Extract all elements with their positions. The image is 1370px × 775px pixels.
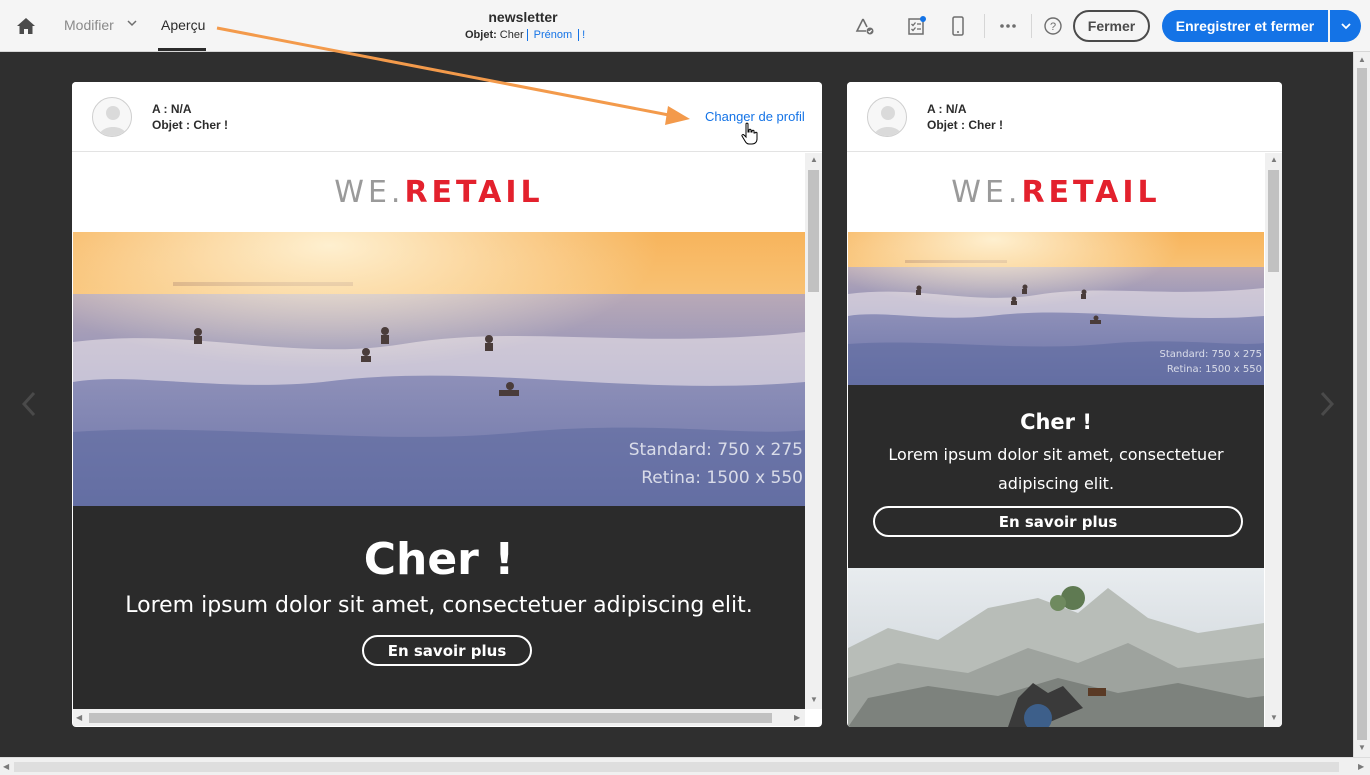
- scroll-right-icon[interactable]: ▶: [1358, 763, 1364, 771]
- avatar: [92, 97, 132, 137]
- recipient-label: A : N/A: [152, 102, 192, 116]
- desktop-preview-card: A : N/A Objet : Cher ! Changer de profil…: [72, 82, 822, 727]
- save-options-dropdown[interactable]: [1330, 10, 1361, 42]
- checklist-button[interactable]: [906, 16, 926, 36]
- mobile-icon: [952, 16, 964, 36]
- close-button[interactable]: Fermer: [1073, 10, 1150, 42]
- help-icon: ?: [1044, 17, 1062, 35]
- content-block: Cher ! Lorem ipsum dolor sit amet, conse…: [848, 385, 1264, 568]
- email-preview: WE.RETAIL Standard: 750 x 275 Retina: 15…: [848, 153, 1264, 727]
- subject-suffix: !: [582, 29, 586, 41]
- subject-line: Objet : Cher !: [152, 118, 229, 132]
- scroll-right-icon[interactable]: ▶: [794, 714, 800, 722]
- scrollbar-thumb[interactable]: [1357, 68, 1367, 740]
- chevron-down-icon: [1340, 23, 1351, 30]
- hero-image: Standard: 750 x 275 Retina: 1500 x 550: [848, 232, 1264, 385]
- mobile-preview-card: A : N/A Objet : Cher ! WE.RETAIL Standar…: [847, 82, 1282, 727]
- preview-horizontal-scrollbar[interactable]: ◀ ▶: [73, 709, 805, 726]
- tab-apercu[interactable]: Aperçu: [161, 17, 205, 33]
- brand-logo: WE.RETAIL: [334, 175, 544, 210]
- scroll-up-icon[interactable]: ▲: [1358, 56, 1366, 64]
- checklist-icon: [908, 16, 926, 35]
- document-title: newsletter: [488, 9, 558, 25]
- preflight-button[interactable]: [855, 16, 875, 36]
- hero-image: Standard: 750 x 275 Retina: 1500 x 550: [73, 232, 805, 506]
- tab-modifier[interactable]: Modifier: [64, 17, 114, 33]
- image-dimension-standard: Standard: 750 x 275: [628, 440, 803, 460]
- hand-cursor-icon: [741, 122, 758, 145]
- user-icon: [874, 106, 902, 136]
- recipient-label: A : N/A: [927, 102, 967, 116]
- active-tab-indicator: [158, 48, 206, 51]
- learn-more-button[interactable]: En savoir plus: [362, 635, 532, 666]
- learn-more-button[interactable]: En savoir plus: [873, 506, 1243, 537]
- subject-label: Objet:: [465, 29, 497, 41]
- svg-text:?: ?: [1050, 21, 1056, 33]
- save-and-close-button[interactable]: Enregistrer et fermer: [1162, 10, 1328, 42]
- user-icon: [99, 106, 127, 136]
- preview-vertical-scrollbar[interactable]: ▲ ▼: [1265, 153, 1282, 727]
- rocky-mountain-image: [848, 568, 1264, 727]
- brand-logo: WE.RETAIL: [951, 175, 1161, 210]
- document-subject: Objet: Cher Prénom !: [465, 29, 585, 41]
- help-button[interactable]: ?: [1043, 16, 1063, 36]
- email-headline: Cher !: [1020, 410, 1092, 434]
- email-headline: Cher !: [363, 534, 515, 585]
- scroll-up-icon[interactable]: ▲: [810, 156, 818, 164]
- toolbar-divider: [1031, 14, 1032, 38]
- more-button[interactable]: [998, 16, 1018, 36]
- scroll-left-icon[interactable]: ◀: [3, 763, 9, 771]
- scrollbar-thumb[interactable]: [1268, 170, 1279, 272]
- page-horizontal-scrollbar[interactable]: ◀ ▶: [0, 757, 1370, 775]
- image-dimension-standard: Standard: 750 x 275: [1159, 349, 1263, 360]
- avatar: [867, 97, 907, 137]
- email-body-text: Lorem ipsum dolor sit amet, consectetuer…: [125, 593, 753, 618]
- preview-header: A : N/A Objet : Cher ! Changer de profil: [72, 82, 822, 152]
- scrollbar-thumb[interactable]: [14, 762, 1339, 772]
- email-body-text: Lorem ipsum dolor sit amet, consectetuer…: [888, 445, 1224, 493]
- preflight-icon: [855, 18, 874, 35]
- chevron-down-icon[interactable]: [126, 17, 138, 29]
- scroll-down-icon[interactable]: ▼: [1358, 744, 1366, 752]
- scroll-left-icon[interactable]: ◀: [76, 714, 82, 722]
- secondary-image: [848, 568, 1264, 727]
- next-arrow-icon[interactable]: [1314, 390, 1338, 418]
- personalization-token[interactable]: Prénom: [526, 29, 580, 41]
- top-toolbar: Modifier Aperçu newsletter Objet: Cher P…: [0, 0, 1370, 52]
- home-button[interactable]: [14, 14, 38, 38]
- scroll-down-icon[interactable]: ▼: [810, 696, 818, 704]
- subject-line: Objet : Cher !: [927, 118, 1004, 132]
- page-vertical-scrollbar[interactable]: ▲ ▼: [1353, 52, 1370, 757]
- scrollbar-thumb[interactable]: [89, 713, 772, 723]
- preview-vertical-scrollbar[interactable]: ▲ ▼: [805, 153, 822, 709]
- scroll-up-icon[interactable]: ▲: [1270, 156, 1278, 164]
- home-icon: [17, 18, 35, 34]
- image-dimension-retina: Retina: 1500 x 550: [641, 468, 803, 488]
- email-preview: WE.RETAIL Standard: 750 x 275 Retina: 15…: [73, 153, 805, 709]
- preview-header: A : N/A Objet : Cher !: [847, 82, 1282, 152]
- previous-arrow-icon[interactable]: [18, 390, 42, 418]
- scroll-down-icon[interactable]: ▼: [1270, 714, 1278, 722]
- subject-prefix: Cher: [499, 29, 524, 41]
- toolbar-divider: [984, 14, 985, 38]
- mobile-preview-button[interactable]: [948, 16, 968, 36]
- content-block: Cher ! Lorem ipsum dolor sit amet, conse…: [73, 506, 805, 709]
- scrollbar-thumb[interactable]: [808, 170, 819, 292]
- image-dimension-retina: Retina: 1500 x 550: [1166, 364, 1262, 375]
- more-icon: [1000, 24, 1016, 28]
